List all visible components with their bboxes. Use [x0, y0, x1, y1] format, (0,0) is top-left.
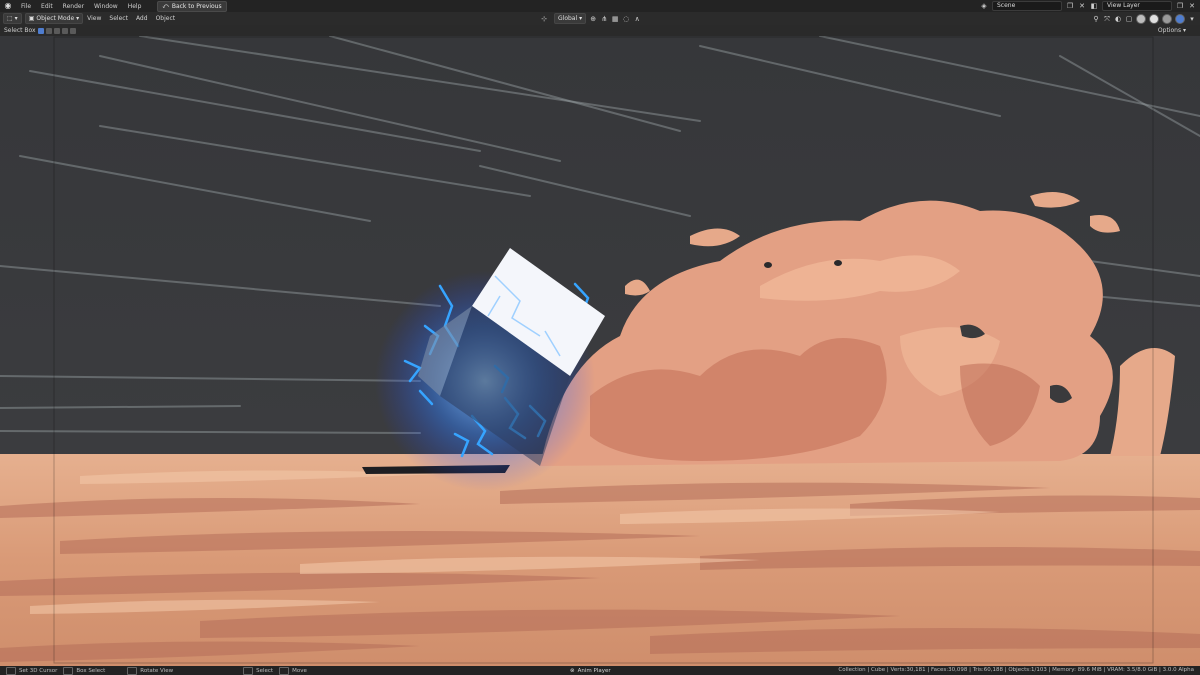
- transform-orientation-dropdown[interactable]: Global ▾: [554, 13, 587, 24]
- menu-select[interactable]: Select: [105, 15, 132, 22]
- mouse-left-icon: [6, 666, 16, 675]
- back-to-previous-button[interactable]: ⤺ Back to Previous: [157, 0, 227, 12]
- pivot-point-icon[interactable]: ⊕: [589, 15, 597, 23]
- orientation-icon: ⊹: [541, 14, 547, 23]
- status-select-label: Select: [256, 667, 274, 674]
- status-box-select-label: Box Select: [76, 667, 106, 674]
- status-move: Move: [279, 666, 307, 675]
- mouse-middle-icon: [63, 666, 74, 675]
- view-layer-delete-icon[interactable]: ✕: [1188, 2, 1196, 10]
- mouse-select-icon: [243, 666, 254, 675]
- solid-shading-icon[interactable]: [1149, 13, 1159, 24]
- transform-orientation-label: Global: [558, 15, 578, 22]
- proportional-edit-icon[interactable]: ◌: [622, 15, 630, 23]
- options-dropdown[interactable]: Options ▾: [1158, 25, 1186, 36]
- gizmo-icon[interactable]: ⤧: [1103, 15, 1111, 23]
- editor-type-icon: ⬚: [7, 15, 13, 22]
- mouse-move-icon: [279, 666, 290, 675]
- rendered-shading-icon[interactable]: [1175, 13, 1185, 24]
- status-set-3d-cursor-label: Set 3D Cursor: [19, 667, 58, 674]
- options-label: Options: [1157, 27, 1182, 34]
- status-rotate-view: Rotate View: [127, 666, 174, 675]
- view-layer-icon: ◧: [1090, 2, 1098, 10]
- mode-dropdown[interactable]: ▣ Object Mode ▾: [24, 13, 84, 24]
- status-set-3d-cursor: Set 3D Cursor: [6, 666, 58, 675]
- status-rotate-view-label: Rotate View: [140, 667, 174, 674]
- status-box-select: Box Select: [63, 666, 106, 675]
- snap-target-icon[interactable]: ▦: [611, 15, 619, 23]
- select-mode-subtract-icon[interactable]: [53, 27, 60, 34]
- overlay-icon[interactable]: ◐: [1114, 15, 1122, 23]
- status-select: Select: [243, 666, 274, 675]
- mode-label: Object Mode: [36, 15, 75, 22]
- scene-field[interactable]: Scene: [992, 1, 1062, 11]
- menu-add[interactable]: Add: [132, 15, 152, 22]
- menu-edit[interactable]: Edit: [37, 3, 59, 10]
- select-mode-intersect-icon[interactable]: [69, 27, 76, 34]
- mouse-right-icon: [127, 666, 138, 675]
- anim-player-label: Anim Player: [577, 667, 611, 674]
- wireframe-shading-icon[interactable]: [1136, 13, 1146, 24]
- top-right-controls: ◈ Scene ❐ ✕ ◧ View Layer ❐ ✕: [980, 0, 1200, 12]
- menu-render[interactable]: Render: [59, 3, 90, 10]
- snap-icon[interactable]: ⋔: [600, 15, 608, 23]
- back-to-previous-label: Back to Previous: [171, 2, 222, 10]
- select-mode-extend-icon[interactable]: [45, 27, 52, 34]
- chevron-down-icon: ▾: [76, 15, 80, 22]
- status-bar: Set 3D Cursor Box Select Rotate View Sel…: [0, 666, 1200, 675]
- status-move-label: Move: [292, 667, 307, 674]
- object-mode-icon: ▣: [28, 15, 35, 22]
- menu-view[interactable]: View: [83, 15, 105, 22]
- select-mode-invert-icon[interactable]: [61, 27, 68, 34]
- transform-tools: ⊹ Global ▾ ⊕ ⋔ ▦ ◌ ∧: [540, 12, 641, 25]
- 3d-viewport[interactable]: [0, 36, 1200, 666]
- scene-statistics: Collection | Cube | Verts:30,181 | Faces…: [838, 667, 1194, 673]
- scene-new-icon[interactable]: ❐: [1066, 2, 1074, 10]
- top-bar: ◉ File Edit Render Window Help ⤺ Back to…: [0, 0, 1200, 12]
- tool-header: Select Box Options ▾: [0, 25, 1200, 36]
- material-shading-icon[interactable]: [1162, 13, 1172, 24]
- menu-help[interactable]: Help: [124, 3, 148, 10]
- anim-player-status[interactable]: ⊗ Anim Player: [570, 666, 611, 675]
- close-icon[interactable]: ⊗: [570, 668, 575, 674]
- menu-window[interactable]: Window: [90, 3, 124, 10]
- editor-type-button[interactable]: ⬚ ▾: [3, 13, 22, 24]
- select-mode-new-icon[interactable]: [37, 27, 44, 34]
- scene-icon: ◈: [981, 2, 987, 10]
- rendered-scene: [0, 36, 1200, 666]
- menu-object[interactable]: Object: [152, 15, 180, 22]
- xray-icon[interactable]: ▢: [1125, 15, 1133, 23]
- viewport-right-tools: ⚲ ⤧ ◐ ▢ ▾: [1092, 12, 1196, 25]
- visibility-icon[interactable]: ⚲: [1092, 15, 1100, 23]
- scene-delete-icon[interactable]: ✕: [1078, 2, 1086, 10]
- view-layer-new-icon[interactable]: ❐: [1176, 2, 1184, 10]
- blender-logo-icon[interactable]: ◉: [3, 1, 13, 11]
- back-icon: ⤺: [162, 2, 169, 10]
- active-tool-label: Select Box: [4, 27, 36, 34]
- menu-file[interactable]: File: [17, 3, 37, 10]
- shading-options-icon[interactable]: ▾: [1188, 15, 1196, 23]
- falloff-icon[interactable]: ∧: [633, 15, 641, 23]
- view-layer-field[interactable]: View Layer: [1102, 1, 1172, 11]
